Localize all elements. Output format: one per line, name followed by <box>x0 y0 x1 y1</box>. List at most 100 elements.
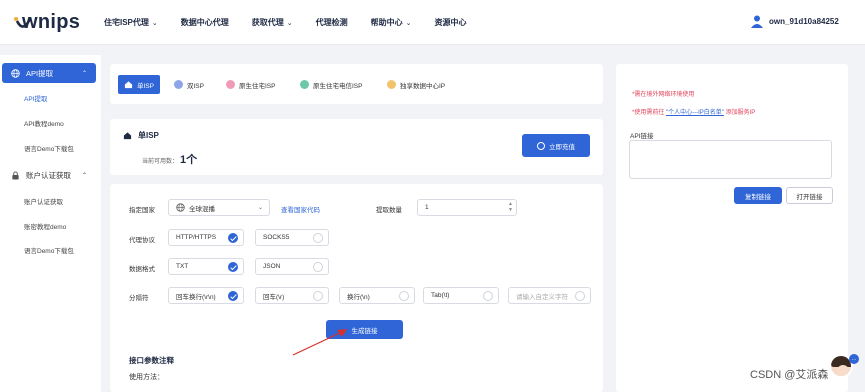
sidebar-item-lang-demo[interactable]: 语言Demo下载包 <box>24 143 74 153</box>
nav-label: 住宅ISP代理 <box>104 18 149 27</box>
available-value: 1个 <box>180 154 198 166</box>
proxy-type-tabs: 单ISP 双ISP 原生住宅ISP 原生住宅电信ISP 独享数据中心IP <box>110 64 603 104</box>
checkbox-unchecked-icon[interactable] <box>575 291 585 301</box>
avatar-face <box>837 365 849 376</box>
option-label: TXT <box>176 263 189 270</box>
separator-option-crlf[interactable]: 回车换行(\r\n) <box>168 287 244 304</box>
tab-label: 原生住宅电信ISP <box>313 82 363 90</box>
stepper-arrows-icon[interactable]: ▲ ▼ <box>508 201 513 213</box>
checkbox-unchecked-icon[interactable] <box>313 262 323 272</box>
open-link-button[interactable]: 打开链接 <box>786 187 833 204</box>
chevron-up-icon: ⌃ <box>81 172 87 179</box>
separator-option-lf[interactable]: 换行(\n) <box>339 287 415 304</box>
note-whitelist: *使用需前往 "个人中心---IP白名单" 添加服务IP <box>632 107 755 116</box>
protocol-option-socks5[interactable]: SOCKS5 <box>255 229 329 246</box>
sidebar-item-account-auth[interactable]: 账户认证获取 <box>24 196 63 206</box>
sidebar-item-account-demo[interactable]: 账密教程demo <box>24 221 66 231</box>
whitelist-link[interactable]: "个人中心---IP白名单" <box>666 110 724 116</box>
sidebar: API提取 ⌃ API提取 API教程demo 语言Demo下载包 账户认证获取… <box>0 55 101 392</box>
logo[interactable]: wnips <box>13 9 85 35</box>
usage-label: 使用方法： <box>129 374 164 381</box>
api-link-label: API链接 <box>630 133 654 140</box>
copy-link-button[interactable]: 复制链接 <box>734 187 782 204</box>
note-overseas: *需在境外网络环境使用 <box>632 92 695 98</box>
tab-label: 独享数据中心IP <box>400 82 446 90</box>
extract-form: 指定国家 全球混播 ⌄ 查看国家代码 提取数量 1 ▲ ▼ 代理协议 HTTP/H… <box>110 184 603 392</box>
country-select[interactable]: 全球混播 ⌄ <box>168 199 270 216</box>
nav-resource-center[interactable]: 资源中心 <box>435 17 467 28</box>
api-link-textarea[interactable] <box>629 140 832 179</box>
checkbox-checked-icon[interactable] <box>228 233 238 243</box>
isp-title-text: 单ISP <box>138 131 159 140</box>
nav-residential-isp[interactable]: 住宅ISP代理 ⌄ <box>104 17 158 28</box>
residential-isp-icon <box>226 80 235 89</box>
separator-option-tab[interactable]: Tab(\t) <box>423 287 499 304</box>
checkbox-checked-icon[interactable] <box>228 262 238 272</box>
tab-native-residential-isp[interactable]: 原生住宅ISP <box>226 75 275 94</box>
top-navbar: wnips 住宅ISP代理 ⌄ 数据中心代理 获取代理 ⌄ 代理检测 帮助中心 ⌄ 资… <box>0 0 865 45</box>
format-option-json[interactable]: JSON <box>255 258 329 275</box>
checkbox-checked-icon[interactable] <box>228 291 238 301</box>
sidebar-group-label: API提取 <box>26 68 54 78</box>
nav-get-proxy[interactable]: 获取代理 ⌄ <box>252 17 293 28</box>
checkbox-unchecked-icon[interactable] <box>313 233 323 243</box>
tab-label: 双ISP <box>187 82 204 90</box>
view-country-codes-link[interactable]: 查看国家代码 <box>281 204 320 214</box>
checkbox-unchecked-icon[interactable] <box>313 291 323 301</box>
recharge-label: 立即充值 <box>549 143 575 151</box>
separator-option-cr[interactable]: 回车(\r) <box>255 287 329 304</box>
nav-help-center[interactable]: 帮助中心 ⌄ <box>371 17 412 28</box>
sidebar-group-account-auth[interactable]: 账户认证获取 ⌃ <box>2 165 96 185</box>
telecom-isp-icon <box>300 80 309 89</box>
country-value: 全球混播 <box>189 205 215 213</box>
chevron-down-icon: ⌄ <box>405 19 412 27</box>
main-nav: 住宅ISP代理 ⌄ 数据中心代理 获取代理 ⌄ 代理检测 帮助中心 ⌄ 资源中心 <box>104 0 490 45</box>
dual-isp-icon <box>174 80 183 89</box>
nav-label: 数据中心代理 <box>180 18 229 27</box>
chevron-down-icon: ⌄ <box>286 19 293 27</box>
option-label: Tab(\t) <box>431 292 450 299</box>
globe-icon <box>11 68 20 78</box>
option-label: 回车换行(\r\n) <box>176 293 216 301</box>
available-label: 当前可用数： <box>142 159 179 165</box>
checkbox-unchecked-icon[interactable] <box>399 291 409 301</box>
protocol-label: 代理协议 <box>129 237 155 244</box>
quantity-stepper[interactable]: 1 ▲ ▼ <box>417 199 517 216</box>
nav-label: 获取代理 <box>251 18 284 27</box>
option-label: HTTP/HTTPS <box>176 234 217 241</box>
globe-icon <box>176 203 185 212</box>
checkbox-unchecked-icon[interactable] <box>483 291 493 301</box>
option-label: SOCKS5 <box>263 234 290 241</box>
home-icon <box>123 132 132 140</box>
datacenter-icon <box>387 80 396 89</box>
nav-label: 帮助中心 <box>370 18 403 27</box>
watermark: CSDN @艾派森 <box>750 369 829 381</box>
tab-dual-isp[interactable]: 双ISP <box>174 75 204 94</box>
sidebar-item-api-extract[interactable]: API提取 <box>24 93 47 103</box>
tab-exclusive-datacenter[interactable]: 独享数据中心IP <box>387 75 445 94</box>
nav-proxy-check[interactable]: 代理检测 <box>316 17 348 28</box>
username: own_91d10a84252 <box>769 17 839 26</box>
separator-custom-input[interactable]: 请输入自定义字符 <box>508 287 591 304</box>
available-count: 当前可用数： 1个 <box>142 151 197 167</box>
tab-native-telecom-isp[interactable]: 原生住宅电信ISP <box>300 75 362 94</box>
chevron-up-icon: ⌃ <box>81 70 87 77</box>
chat-badge-icon[interactable]: … <box>849 354 859 364</box>
protocol-option-http[interactable]: HTTP/HTTPS <box>168 229 244 246</box>
sidebar-group-api-extract[interactable]: API提取 ⌃ <box>2 63 96 83</box>
nav-datacenter[interactable]: 数据中心代理 <box>181 17 229 28</box>
note-prefix: *使用需前往 <box>632 110 665 116</box>
quantity-label: 提取数量 <box>376 207 402 214</box>
nav-label: 资源中心 <box>434 18 467 27</box>
user-menu[interactable]: own_91d10a84252 <box>751 15 839 28</box>
tab-single-isp[interactable]: 单ISP <box>118 75 160 94</box>
isp-title: 单ISP <box>123 130 159 141</box>
sidebar-item-api-demo[interactable]: API教程demo <box>24 118 64 128</box>
user-icon <box>751 15 763 28</box>
format-option-txt[interactable]: TXT <box>168 258 244 275</box>
recharge-button[interactable]: 立即充值 <box>522 134 590 157</box>
separator-label: 分隔符 <box>129 295 149 302</box>
chevron-down-icon: ⌄ <box>257 205 263 211</box>
sidebar-item-lang-demo-2[interactable]: 语言Demo下载包 <box>24 245 74 255</box>
quantity-value: 1 <box>425 204 429 211</box>
